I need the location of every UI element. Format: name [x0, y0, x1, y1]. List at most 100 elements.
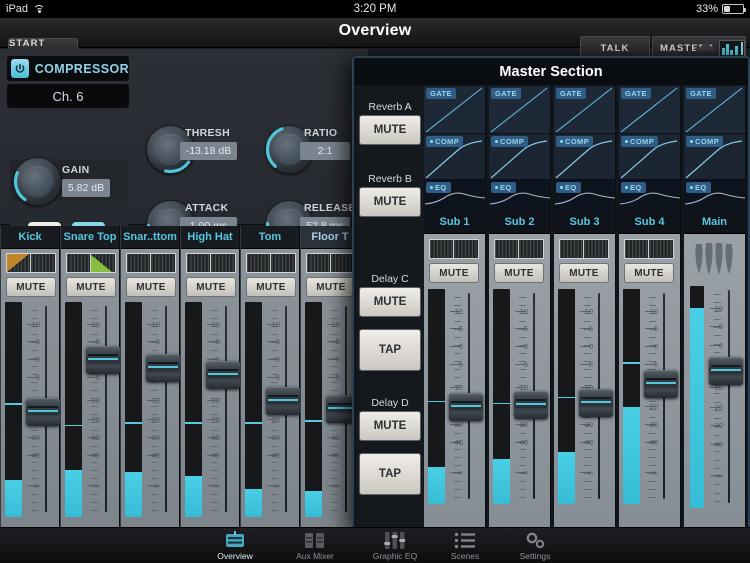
fader-cap[interactable]	[146, 353, 180, 382]
channel-strip[interactable]: Kick MUTE 1050-5-10203040∞	[0, 226, 60, 527]
fader-cap[interactable]	[86, 346, 120, 375]
main-fader[interactable]: 1050-5-10203040∞	[708, 286, 743, 508]
master-strip[interactable]: GATECOMPEQSub 3MUTE1050-5-10203040∞	[554, 86, 616, 529]
channel-name[interactable]: Kick	[1, 226, 59, 249]
gate-thumbnail[interactable]: GATE	[684, 86, 745, 134]
gain-knob[interactable]	[13, 157, 62, 206]
channel-fader[interactable]: 1050-5-10203040∞	[25, 302, 60, 517]
fx-mute-button[interactable]: MUTE	[359, 287, 421, 317]
channel-strip[interactable]: Tom MUTE 1050-5-10203040∞	[240, 226, 300, 527]
fx-mute-button[interactable]: MUTE	[359, 187, 421, 217]
fader-cap[interactable]	[266, 387, 300, 416]
channel-name[interactable]: Tom	[241, 226, 299, 249]
tab-graphic-eq[interactable]: Graphic EQ	[355, 530, 435, 563]
fx-mute-button[interactable]: MUTE	[359, 115, 421, 145]
scale-label: 40	[649, 438, 658, 447]
channel-mute-button[interactable]: MUTE	[66, 277, 116, 297]
master-strip[interactable]: GATECOMPEQMain1050-5-10203040∞	[684, 86, 746, 529]
fx-mute-button[interactable]: MUTE	[359, 411, 421, 441]
fader-cap[interactable]	[514, 390, 548, 419]
sub-meter	[623, 289, 640, 504]
fader-cap[interactable]	[449, 392, 483, 421]
gate-thumbnail[interactable]: GATE	[424, 86, 485, 134]
fx-block: Reverb A MUTE	[359, 100, 421, 145]
channel-meter	[305, 302, 322, 517]
battery-icon	[722, 4, 746, 14]
scale-label: ∞	[522, 468, 528, 477]
scale-label: ∞	[34, 481, 40, 490]
fader-rail	[165, 306, 167, 512]
master-strip[interactable]: GATECOMPEQSub 4MUTE1050-5-10203040∞	[619, 86, 681, 529]
comp-thumbnail[interactable]: COMP	[684, 134, 745, 180]
eq-thumbnail[interactable]: EQ	[684, 180, 745, 211]
eq-thumbnail[interactable]: EQ	[489, 180, 550, 211]
fader-cap[interactable]	[709, 357, 743, 386]
sub-fader[interactable]: 1050-5-10203040∞	[448, 289, 483, 504]
master-strip[interactable]: GATECOMPEQSub 1MUTE1050-5-10203040∞	[424, 86, 486, 529]
gate-thumbnail[interactable]: GATE	[619, 86, 680, 134]
scale-label: 5	[588, 324, 593, 333]
channel-name[interactable]: Floor T	[301, 226, 359, 249]
comp-thumbnail[interactable]: COMP	[489, 134, 550, 180]
channel-name[interactable]: High Hat	[181, 226, 239, 249]
master-strip[interactable]: GATECOMPEQSub 2MUTE1050-5-10203040∞	[489, 86, 551, 529]
fader-cap[interactable]	[644, 370, 678, 399]
channel-strip[interactable]: High Hat MUTE 1050-5-10203040∞	[180, 226, 240, 527]
processor-thumbnails: GATE COMP EQ	[684, 86, 746, 211]
comp-thumbnail[interactable]: COMP	[554, 134, 615, 180]
gate-thumbnail[interactable]: GATE	[554, 86, 615, 134]
sub-mute-button[interactable]: MUTE	[494, 263, 544, 283]
fx-tap-button[interactable]: TAP	[359, 453, 421, 495]
channel-name[interactable]: Snare Top	[61, 226, 119, 249]
channel-mute-button[interactable]: MUTE	[246, 277, 296, 297]
nav-bar: Overview START PAGE TALK MASTERS	[0, 18, 750, 61]
gain-reduction-meter	[494, 239, 544, 259]
meter-level	[623, 407, 640, 504]
compressor-header: COMPRESSOR	[7, 56, 129, 81]
gate-tag: GATE	[491, 88, 521, 99]
eq-thumbnail[interactable]: EQ	[424, 180, 485, 211]
channel-mute-button[interactable]: MUTE	[306, 277, 356, 297]
tab-settings[interactable]: Settings	[495, 530, 575, 563]
channel-name[interactable]: Snar..ttom	[121, 226, 179, 249]
fx-tap-button[interactable]: TAP	[359, 329, 421, 371]
tab-bar: Overview Aux Mixer Graphic EQ Scenes Setting…	[0, 527, 750, 563]
sub-mute-button[interactable]: MUTE	[624, 263, 674, 283]
sub-mute-button[interactable]: MUTE	[429, 263, 479, 283]
gate-thumbnail[interactable]: GATE	[489, 86, 550, 134]
eq-thumbnail[interactable]: EQ	[619, 180, 680, 211]
eq-thumbnail[interactable]: EQ	[554, 180, 615, 211]
comp-tag: COMP	[621, 136, 659, 147]
sub-fader[interactable]: 1050-5-10203040∞	[578, 289, 613, 504]
channel-fader[interactable]: 1050-5-10203040∞	[205, 302, 240, 517]
fader-cap[interactable]	[206, 361, 240, 390]
sub-mute-button[interactable]: MUTE	[559, 263, 609, 283]
sub-fader[interactable]: 1050-5-10203040∞	[643, 289, 678, 504]
meter-level	[5, 480, 22, 517]
processor-thumbnails: GATE COMP EQ	[489, 86, 551, 211]
channel-mute-button[interactable]: MUTE	[186, 277, 236, 297]
channel-fader[interactable]: 1050-5-10203040∞	[145, 302, 180, 517]
channel-mute-button[interactable]: MUTE	[6, 277, 56, 297]
tab-overview[interactable]: Overview	[195, 530, 275, 563]
channel-strip[interactable]: Snare Top MUTE 1050-5-10203040∞	[60, 226, 120, 527]
ratio-value: 2:1	[300, 142, 350, 160]
sub-fader[interactable]: 1050-5-10203040∞	[513, 289, 548, 504]
channel-strip[interactable]: Floor TMUTE1050-5-10203040∞	[300, 226, 360, 527]
fader-cap[interactable]	[579, 388, 613, 417]
tab-label: Aux Mixer	[296, 551, 334, 561]
channel-mute-button[interactable]: MUTE	[126, 277, 176, 297]
channel-fader[interactable]: 1050-5-10203040∞	[265, 302, 300, 517]
comp-thumbnail[interactable]: COMP	[424, 134, 485, 180]
channel-fader[interactable]: 1050-5-10203040∞	[85, 302, 120, 517]
power-icon[interactable]	[11, 59, 29, 78]
tab-aux-mixer[interactable]: Aux Mixer	[275, 530, 355, 563]
mixer-icon	[224, 530, 246, 550]
meter-mark	[428, 400, 445, 403]
scale-label: 40	[271, 451, 280, 460]
fader-cap[interactable]	[26, 398, 60, 427]
tab-scenes[interactable]: Scenes	[425, 530, 505, 563]
channel-strip[interactable]: Snar..ttom MUTE 1050-5-10203040∞	[120, 226, 180, 527]
comp-thumbnail[interactable]: COMP	[619, 134, 680, 180]
gate-tag: GATE	[426, 88, 456, 99]
